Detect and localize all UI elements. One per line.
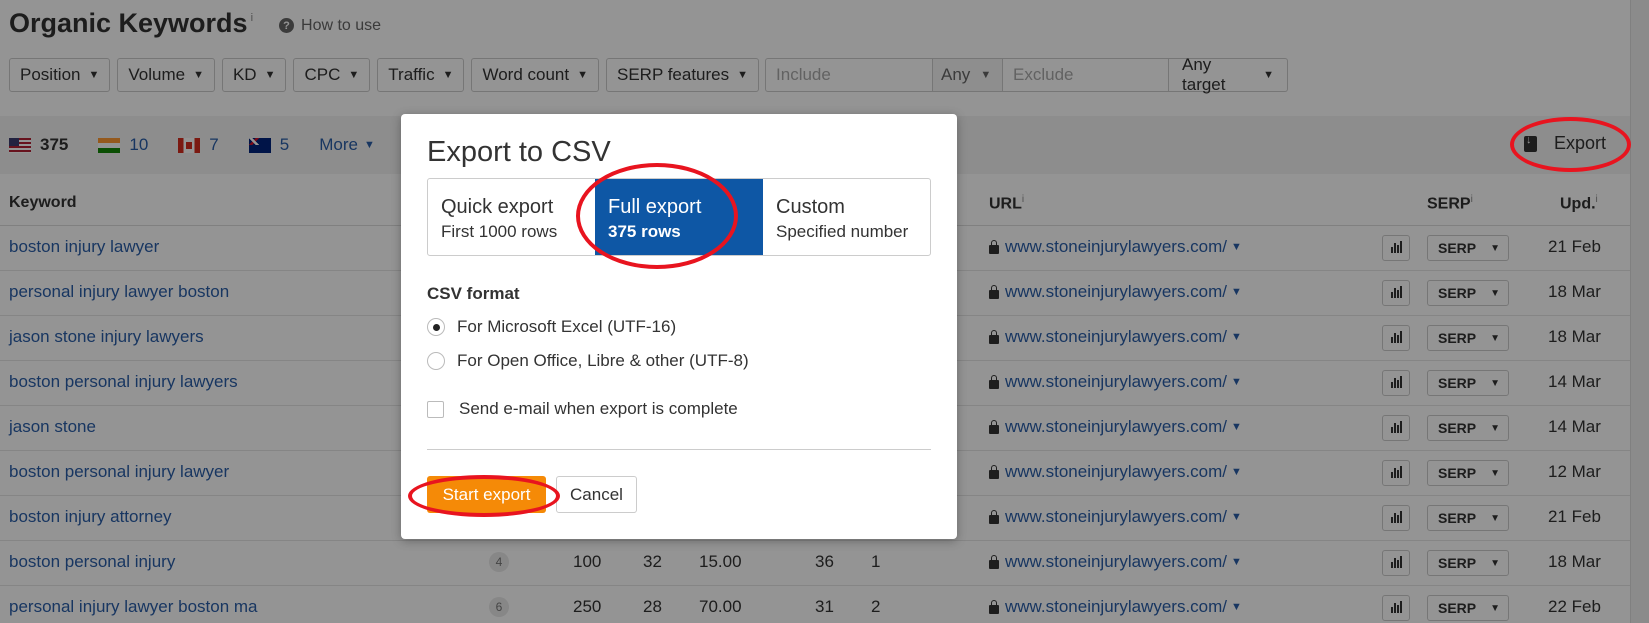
radio-unselected-icon[interactable] (427, 352, 445, 370)
option-subtitle: Specified number (776, 222, 909, 241)
option-title: Quick export (441, 196, 554, 218)
highlight-full-export (576, 163, 738, 269)
option-title: Custom (776, 196, 845, 218)
format-excel-label: For Microsoft Excel (UTF-16) (457, 317, 677, 336)
email-notify-checkbox[interactable] (427, 400, 444, 418)
custom-export-option[interactable]: Custom Specified number (763, 179, 930, 255)
csv-format-label: CSV format (427, 284, 520, 303)
email-notify-label: Send e-mail when export is complete (459, 399, 738, 418)
format-open-office-radio[interactable]: For Open Office, Libre & other (UTF-8) (427, 351, 749, 371)
format-excel-radio[interactable]: For Microsoft Excel (UTF-16) (427, 317, 676, 337)
dialog-title: Export to CSV (427, 136, 611, 168)
highlight-start-export (408, 475, 560, 517)
highlight-export-button (1510, 117, 1631, 172)
dialog-divider (427, 449, 931, 450)
quick-export-option[interactable]: Quick export First 1000 rows (428, 179, 595, 255)
cancel-button[interactable]: Cancel (556, 476, 637, 513)
format-open-office-label: For Open Office, Libre & other (UTF-8) (457, 351, 749, 370)
option-subtitle: First 1000 rows (441, 222, 558, 241)
radio-selected-icon[interactable] (427, 318, 445, 336)
email-notify-checkbox-row[interactable]: Send e-mail when export is complete (427, 399, 738, 419)
